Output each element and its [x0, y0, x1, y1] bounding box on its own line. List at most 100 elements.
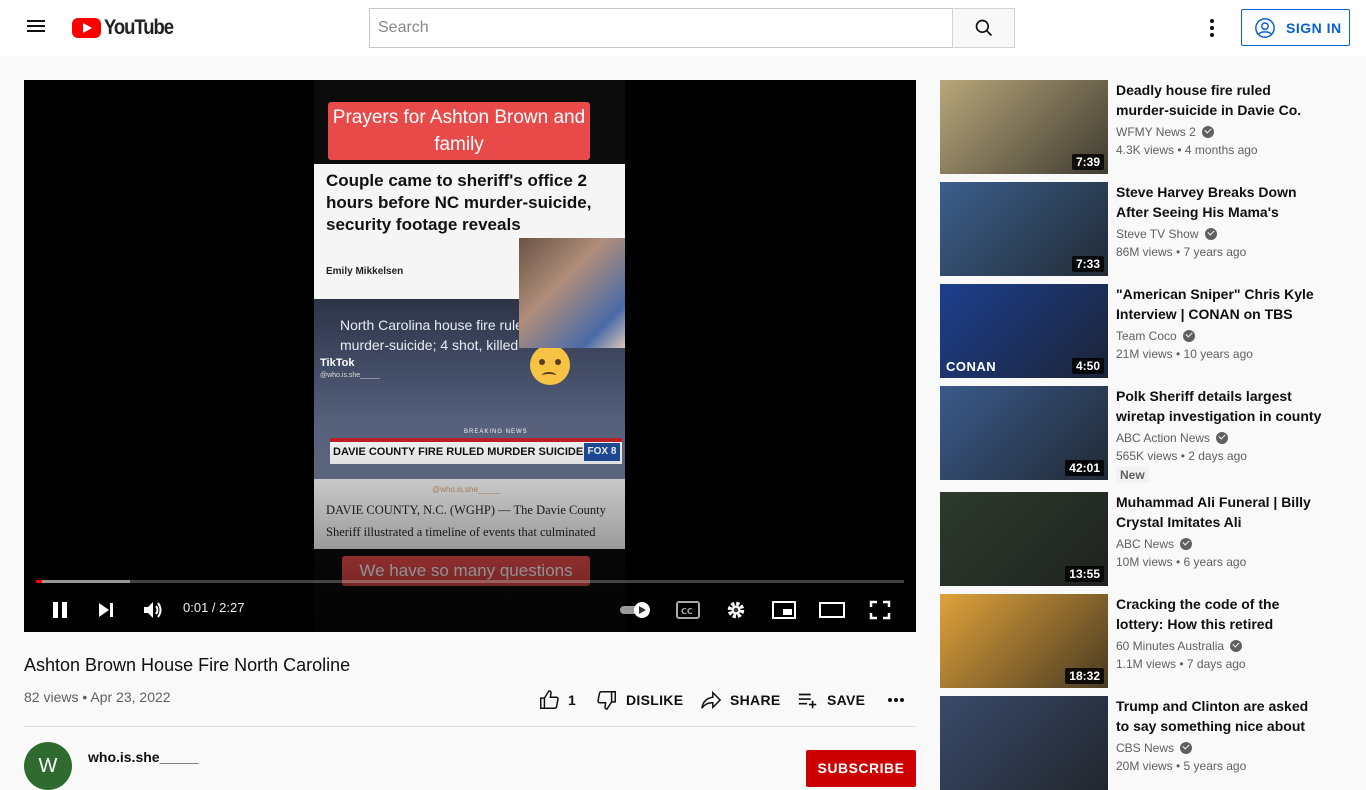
verified-icon	[1180, 538, 1193, 550]
recommended-video[interactable]: Trump and Clinton are asked to say somet…	[940, 696, 1340, 790]
channel-label: ABC Action News	[1116, 431, 1211, 445]
video-thumbnail[interactable]: 13:55	[940, 492, 1108, 586]
captions-button[interactable]: CC	[670, 592, 706, 628]
miniplayer-icon	[772, 601, 796, 619]
video-duration: 42:01	[1065, 460, 1104, 476]
dislike-icon	[597, 691, 616, 710]
verified-icon	[1201, 126, 1214, 138]
recommended-video-channel: WFMY News 2	[1116, 125, 1214, 139]
subscribe-button[interactable]: SUBSCRIBE	[806, 750, 916, 787]
recommended-video[interactable]: 7:33 Steve Harvey Breaks Down After Seein…	[940, 182, 1340, 276]
search-input[interactable]	[369, 8, 952, 48]
fullscreen-button[interactable]	[862, 592, 898, 628]
recommended-video[interactable]: 4:50 CONAN "American Sniper" Chris Kyle In…	[940, 284, 1340, 378]
recommended-video-channel: CBS News	[1116, 741, 1193, 755]
recommended-video-title[interactable]: "American Sniper" Chris Kyle Interview |…	[1116, 284, 1322, 324]
frame-cctv-text: North Carolina house fire ruled murder-s…	[340, 317, 531, 353]
frame-tiktok-handle: @who.is.she_____	[320, 372, 380, 379]
more-vert-icon[interactable]	[1200, 16, 1224, 40]
video-duration: 7:39	[1071, 154, 1104, 170]
channel-avatar[interactable]: W	[24, 742, 72, 790]
youtube-logo[interactable]: YouTube	[72, 16, 182, 39]
recommended-video-meta: 1.1M views • 7 days ago	[1116, 657, 1246, 671]
pause-icon	[53, 602, 67, 618]
save-button[interactable]: SAVE	[797, 688, 865, 712]
progress-bar[interactable]	[36, 580, 904, 583]
frame-breaking: BREAKING NEWS	[464, 429, 528, 435]
progress-loaded	[36, 580, 130, 583]
video-duration: 18:32	[1065, 668, 1104, 684]
verified-icon	[1204, 228, 1217, 240]
fullscreen-icon	[869, 600, 891, 620]
video-player[interactable]: Prayers for Ashton Brown and family Coup…	[24, 80, 916, 632]
save-label: SAVE	[827, 692, 866, 708]
share-icon	[701, 690, 722, 710]
video-thumbnail[interactable]: 42:01	[940, 386, 1108, 480]
share-button[interactable]: SHARE	[700, 688, 781, 712]
settings-button[interactable]	[718, 592, 754, 628]
recommended-video[interactable]: 18:32 Cracking the code of the lottery: H…	[940, 594, 1340, 688]
settings-icon	[727, 601, 745, 619]
theater-icon	[819, 602, 845, 618]
more-actions-button[interactable]	[886, 688, 914, 712]
recommended-video-channel: ABC Action News	[1116, 431, 1229, 445]
recommended-video-title[interactable]: Cracking the code of the lottery: How th…	[1116, 594, 1322, 634]
recommended-video-title[interactable]: Steve Harvey Breaks Down After Seeing Hi…	[1116, 182, 1322, 222]
video-duration: 13:55	[1065, 566, 1104, 582]
autoplay-icon	[620, 602, 650, 618]
video-thumbnail[interactable]: 7:33	[940, 182, 1108, 276]
verified-icon	[1230, 640, 1243, 652]
channel-name[interactable]: who.is.she_____	[88, 749, 199, 765]
video-thumbnail[interactable]	[940, 696, 1108, 790]
volume-button[interactable]	[135, 592, 171, 628]
search-icon	[975, 19, 992, 37]
video-thumbnail[interactable]: 4:50 CONAN	[940, 284, 1108, 378]
svg-text:CC: CC	[681, 607, 693, 616]
video-title: Ashton Brown House Fire North Caroline	[24, 655, 351, 675]
frame-chyron: DAVIE COUNTY FIRE RULED MURDER SUICIDE F…	[330, 438, 622, 464]
progress-played	[36, 580, 43, 583]
recommended-video-meta: 20M views • 5 years ago	[1116, 759, 1247, 773]
recommended-video[interactable]: 7:39 Deadly house fire ruled murder-suici…	[940, 80, 1340, 174]
dislike-button[interactable]: DISLIKE	[596, 688, 683, 712]
channel-label: ABC News	[1116, 537, 1175, 551]
recommended-video-title[interactable]: Polk Sheriff details largest wiretap inv…	[1116, 386, 1322, 426]
account-icon	[1255, 17, 1275, 38]
video-thumbnail[interactable]: 7:39	[940, 80, 1108, 174]
autoplay-toggle[interactable]	[618, 592, 654, 628]
recommended-video[interactable]: 13:55 Muhammad Ali Funeral | Billy Crysta…	[940, 492, 1340, 586]
recommended-video-title[interactable]: Muhammad Ali Funeral | Billy Crystal Imi…	[1116, 492, 1322, 532]
frame-headline: Couple came to sheriff's office 2 hours …	[326, 171, 592, 234]
theater-mode-button[interactable]	[814, 592, 850, 628]
frame-author: Emily Mikkelsen	[326, 266, 404, 277]
channel-label: WFMY News 2	[1116, 125, 1196, 139]
video-meta: 82 views • Apr 23, 2022	[24, 689, 171, 705]
recommended-video-channel: Steve TV Show	[1116, 227, 1217, 241]
recommended-video-meta: 86M views • 7 years ago	[1116, 245, 1247, 259]
recommended-video-title[interactable]: Deadly house fire ruled murder-suicide i…	[1116, 80, 1322, 120]
save-icon	[798, 693, 817, 709]
frame-chyron-text: DAVIE COUNTY FIRE RULED MURDER SUICIDE	[333, 446, 584, 458]
sign-in-button[interactable]: SIGN IN	[1241, 9, 1350, 46]
like-button[interactable]: 1	[538, 688, 576, 712]
frame-tiktok-label: TikTok	[320, 357, 355, 369]
pause-button[interactable]	[42, 592, 78, 628]
recommended-video-meta: 4.3K views • 4 months ago	[1116, 143, 1258, 157]
verified-icon	[1216, 432, 1229, 444]
verified-icon	[1182, 330, 1195, 342]
masthead: YouTube SIGN IN	[0, 0, 1366, 56]
frame-lower-text: DAVIE COUNTY, N.C. (WGHP) — The Davie Co…	[326, 503, 606, 539]
next-button[interactable]	[88, 592, 124, 628]
recommended-video-meta: 10M views • 6 years ago	[1116, 555, 1247, 569]
recommended-video-channel: Team Coco	[1116, 329, 1195, 343]
search-button[interactable]	[952, 8, 1015, 48]
menu-icon[interactable]	[20, 16, 52, 40]
recommended-video[interactable]: 42:01 Polk Sheriff details largest wireta…	[940, 386, 1340, 483]
youtube-logo-icon	[72, 18, 101, 38]
recommended-video-title[interactable]: Trump and Clinton are asked to say somet…	[1116, 696, 1322, 736]
miniplayer-button[interactable]	[766, 592, 802, 628]
thumbnail-tag: CONAN	[946, 359, 997, 374]
recommended-video-meta: 21M views • 10 years ago	[1116, 347, 1253, 361]
frame-station-logo: FOX 8	[584, 443, 620, 461]
video-thumbnail[interactable]: 18:32	[940, 594, 1108, 688]
